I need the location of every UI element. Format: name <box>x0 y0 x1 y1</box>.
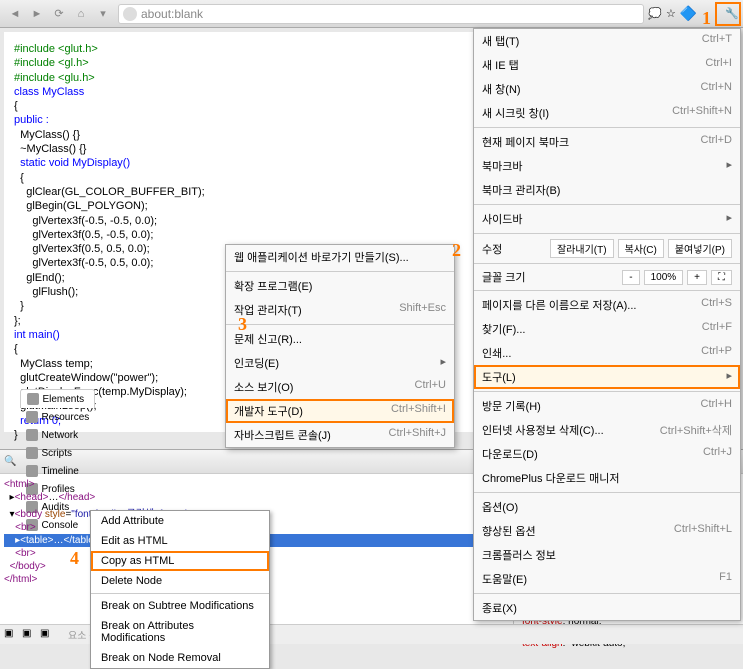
context-menu-item[interactable]: Break on Node Removal <box>91 648 269 668</box>
console-icon-3[interactable]: ▣ <box>40 628 54 642</box>
address-bar[interactable]: about:blank <box>118 4 644 24</box>
menu-item[interactable]: 방문 기록(H)Ctrl+H <box>474 394 740 418</box>
menu-item[interactable]: 북마크 관리자(B) <box>474 178 740 202</box>
google-icon[interactable]: 🔷 <box>680 5 697 22</box>
menu-item[interactable]: 도움말(E)F1 <box>474 567 740 591</box>
menu-item[interactable]: ChromePlus 다운로드 매니저 <box>474 466 740 490</box>
paste-button[interactable]: 붙여넣기(P) <box>668 239 732 258</box>
menu-item[interactable]: 새 창(N)Ctrl+N <box>474 77 740 101</box>
dom-context-menu: Add AttributeEdit as HTMLCopy as HTMLDel… <box>90 510 270 669</box>
menu-item[interactable]: 다운로드(D)Ctrl+J <box>474 442 740 466</box>
extension-icon-1[interactable]: 💭 <box>648 7 662 20</box>
menu-item[interactable]: 북마크바▸ <box>474 154 740 178</box>
forward-button[interactable]: ► <box>26 3 48 25</box>
menu-item[interactable]: 옵션(O) <box>474 495 740 519</box>
menu-item[interactable]: 새 IE 탭Ctrl+I <box>474 53 740 77</box>
devtools-tab-scripts[interactable]: Scripts <box>20 444 95 462</box>
submenu-item[interactable]: 인코딩(E)▸ <box>226 351 454 375</box>
menu-item[interactable]: 인터넷 사용정보 삭제(C)...Ctrl+Shift+삭제 <box>474 418 740 442</box>
url-text: about:blank <box>141 7 203 21</box>
fullscreen-button[interactable]: ⛶ <box>711 270 732 285</box>
inspect-icon[interactable]: 🔍 <box>4 456 16 467</box>
marker-1-box <box>715 2 741 26</box>
submenu-item[interactable]: 확장 프로그램(E) <box>226 274 454 298</box>
copy-button[interactable]: 복사(C) <box>618 239 664 258</box>
marker-3: 3 <box>238 314 247 335</box>
cut-button[interactable]: 잘라내기(T) <box>550 239 614 258</box>
reload-button[interactable]: ⟳ <box>48 3 70 25</box>
menu-item[interactable]: 인쇄...Ctrl+P <box>474 341 740 365</box>
marker-2: 2 <box>452 240 461 261</box>
menu-item[interactable]: 페이지를 다른 이름으로 저장(A)...Ctrl+S <box>474 293 740 317</box>
menu-item[interactable]: 종료(X) <box>474 596 740 620</box>
zoom-out-button[interactable]: - <box>622 270 639 285</box>
submenu-item[interactable]: 개발자 도구(D)Ctrl+Shift+I <box>226 399 454 423</box>
devtools-tab-elements[interactable]: Elements <box>20 389 95 408</box>
menu-item[interactable]: 새 시크릿 창(I)Ctrl+Shift+N <box>474 101 740 125</box>
browser-toolbar: ◄ ► ⟳ ⌂ ▾ about:blank 💭 ☆ 🔷 🔧 <box>0 0 743 28</box>
context-menu-item[interactable]: Add Attribute <box>91 511 269 531</box>
globe-icon <box>123 7 137 21</box>
zoom-row: 글꼴 크기-100%+⛶ <box>474 266 740 288</box>
submenu-item[interactable]: 웹 애플리케이션 바로가기 만들기(S)... <box>226 245 454 269</box>
marker-4: 4 <box>70 548 79 569</box>
context-menu-item[interactable]: Delete Node <box>91 571 269 591</box>
menu-item[interactable]: 사이드바▸ <box>474 207 740 231</box>
devtools-tab-network[interactable]: Network <box>20 426 95 444</box>
dropdown-icon[interactable]: ▾ <box>92 3 114 25</box>
menu-item[interactable]: 도구(L)▸ <box>474 365 740 389</box>
menu-item[interactable]: 새 탭(T)Ctrl+T <box>474 29 740 53</box>
zoom-in-button[interactable]: + <box>687 270 707 285</box>
home-button[interactable]: ⌂ <box>70 3 92 25</box>
menu-item[interactable]: 크롬플러스 정보 <box>474 543 740 567</box>
menu-item[interactable]: 향상된 옵션Ctrl+Shift+L <box>474 519 740 543</box>
menu-item[interactable]: 찾기(F)...Ctrl+F <box>474 317 740 341</box>
chrome-menu: 새 탭(T)Ctrl+T새 IE 탭Ctrl+I새 창(N)Ctrl+N새 시크… <box>473 28 741 621</box>
console-icon[interactable]: ▣ <box>4 628 18 642</box>
context-menu-item[interactable]: Copy as HTML <box>91 551 269 571</box>
submenu-item[interactable]: 작업 관리자(T)Shift+Esc <box>226 298 454 322</box>
star-icon[interactable]: ☆ <box>666 7 676 20</box>
back-button[interactable]: ◄ <box>4 3 26 25</box>
submenu-item[interactable]: 문제 신고(R)... <box>226 327 454 351</box>
marker-1: 1 <box>702 8 711 29</box>
context-menu-item[interactable]: Break on Attributes Modifications <box>91 616 269 648</box>
submenu-item[interactable]: 소스 보기(O)Ctrl+U <box>226 375 454 399</box>
tools-submenu: 웹 애플리케이션 바로가기 만들기(S)... 확장 프로그램(E)작업 관리자(… <box>225 244 455 448</box>
menu-item[interactable]: 현재 페이지 북마크Ctrl+D <box>474 130 740 154</box>
context-menu-item[interactable]: Edit as HTML <box>91 531 269 551</box>
context-menu-item[interactable]: Break on Subtree Modifications <box>91 596 269 616</box>
submenu-item[interactable]: 자바스크립트 콘솔(J)Ctrl+Shift+J <box>226 423 454 447</box>
edit-row: 수정잘라내기(T)복사(C)붙여넣기(P) <box>474 236 740 261</box>
devtools-tab-resources[interactable]: Resources <box>20 408 95 426</box>
console-icon-2[interactable]: ▣ <box>22 628 36 642</box>
